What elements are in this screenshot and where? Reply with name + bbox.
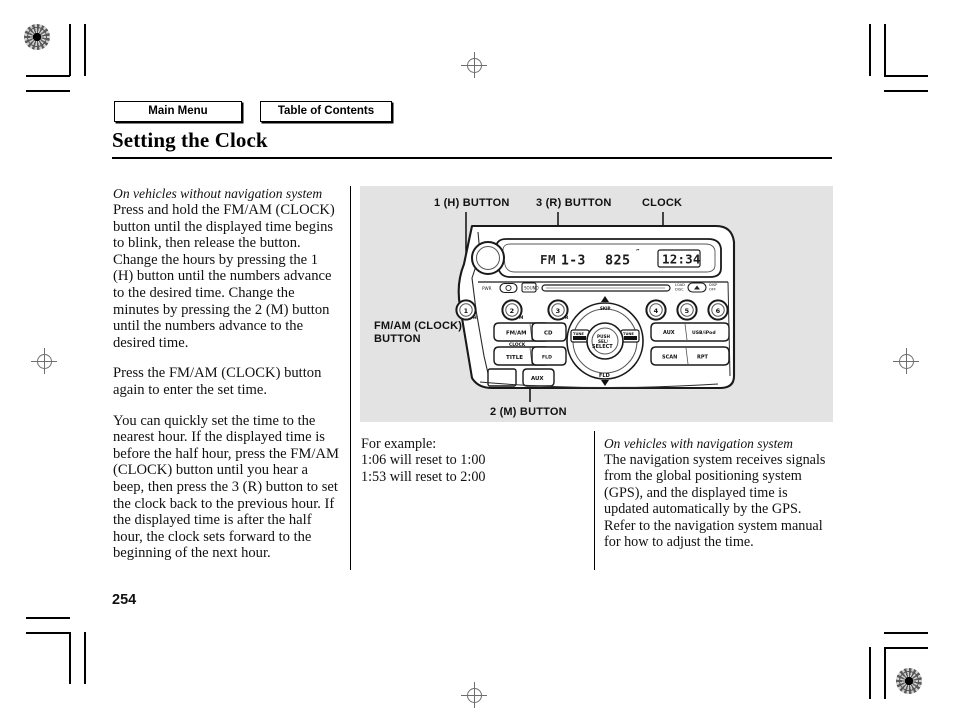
- crop-mark-br-h2: [884, 647, 928, 649]
- svg-text:SOUND: SOUND: [524, 286, 539, 291]
- example-line-1: For example:: [361, 436, 437, 452]
- scan-rpt-button: SCAN RPT: [650, 346, 730, 366]
- left-text-column: On vehicles without navigation system Pre…: [113, 186, 341, 576]
- display-clock-text: 12:34: [662, 252, 701, 267]
- table-of-contents-button[interactable]: Table of Contents: [260, 101, 392, 122]
- crop-mark-br-v2: [884, 647, 886, 699]
- svg-text:H: H: [473, 315, 477, 321]
- registration-mark-right-center: [893, 348, 919, 374]
- svg-text:AUX: AUX: [663, 330, 675, 336]
- clock-small-button: [499, 282, 518, 294]
- power-label: PWR: [482, 286, 492, 291]
- column-rule-middle: [594, 431, 596, 570]
- registration-mark-bottom-center: [461, 682, 487, 708]
- crop-mark-tr-v2: [884, 24, 886, 76]
- example-line-3: 1:53 will reset to 2:00: [361, 468, 486, 485]
- audio-unit-figure: 1 (H) BUTTON 3 (R) BUTTON CLOCK FM/AM (C…: [360, 186, 833, 422]
- svg-text:5: 5: [685, 307, 690, 315]
- crop-mark-tl-h2: [26, 90, 70, 92]
- aux-jack-button: AUX: [522, 368, 555, 387]
- svg-text:FLD: FLD: [599, 373, 610, 379]
- registration-target-top-left: [24, 24, 50, 50]
- crop-mark-bl-v: [69, 632, 71, 684]
- aux-usb-button: AUX USB/iPod: [650, 322, 730, 342]
- registration-target-bottom-right: [896, 668, 922, 694]
- top-navigation-bar: Main Menu Table of Contents: [114, 101, 392, 122]
- svg-text:CD: CD: [544, 331, 553, 337]
- svg-text:6: 6: [716, 307, 721, 315]
- display-frequency-text: 825: [605, 253, 631, 269]
- svg-text:AUX: AUX: [531, 376, 544, 382]
- svg-text:SCAN: SCAN: [662, 355, 677, 361]
- paragraph-without-nav: On vehicles without navigation system Pre…: [113, 186, 341, 351]
- audio-unit-illustration: FM 1-3 825 ″ 12:34 PWR SOUND LOAD DISC D…: [455, 212, 736, 402]
- display-preset-text: 1-3: [561, 254, 586, 269]
- fld-button: FLD: [531, 346, 567, 366]
- svg-text:2: 2: [510, 307, 515, 315]
- registration-mark-left-center: [31, 348, 57, 374]
- preset-button-6: 6: [707, 299, 729, 321]
- svg-text:4: 4: [654, 307, 659, 315]
- svg-text:SKIP: SKIP: [600, 306, 610, 311]
- svg-text:RPT: RPT: [697, 355, 709, 361]
- subhead-with-nav: On vehicles with navigation system: [604, 436, 793, 451]
- svg-text:FLD: FLD: [542, 355, 552, 361]
- crop-mark-tr-v: [869, 24, 871, 76]
- crop-mark-tl-h: [26, 75, 70, 77]
- svg-text:TITLE: TITLE: [506, 355, 523, 361]
- crop-mark-tr-h2: [884, 90, 928, 92]
- svg-text:3: 3: [556, 307, 561, 315]
- example-text-block: For example: 1:06 will reset to 1:00 1:5…: [361, 436, 576, 485]
- left-paragraph-3: You can quickly set the time to the near…: [113, 412, 339, 562]
- left-paragraph-2: Press the FM/AM (CLOCK) button again to …: [113, 365, 322, 398]
- display-band-text: FM: [540, 252, 556, 267]
- preset-button-5: 5: [676, 299, 698, 321]
- preset-button-4: 4: [645, 299, 667, 321]
- preset-button-1: 1 H: [455, 299, 477, 321]
- preset-button-2: 2 M: [501, 299, 523, 321]
- preset-button-3: 3 R: [547, 299, 569, 321]
- crop-mark-tl-v: [69, 24, 71, 76]
- page-title: Setting the Clock: [112, 128, 268, 152]
- crop-mark-tr-h: [884, 75, 928, 77]
- svg-text:SELECT: SELECT: [592, 344, 613, 350]
- page-number: 254: [112, 592, 137, 608]
- svg-text:FM/AM: FM/AM: [506, 331, 527, 337]
- crop-mark-bl-h: [26, 617, 70, 619]
- left-paragraph-1: Press and hold the FM/AM (CLOCK) button …: [113, 202, 335, 351]
- title-underline-rule: [112, 157, 832, 159]
- example-line-2: 1:06 will reset to 1:00: [361, 452, 486, 469]
- main-menu-button[interactable]: Main Menu: [114, 101, 242, 122]
- crop-mark-bl-v2: [84, 632, 86, 684]
- nav-paragraph: The navigation system receives signals f…: [604, 452, 826, 551]
- cd-button: CD: [531, 322, 567, 342]
- column-rule-left: [350, 186, 352, 570]
- svg-text:DISC: DISC: [675, 288, 684, 292]
- crop-mark-br-v: [869, 647, 871, 699]
- manual-page: Main Menu Table of Contents Setting the …: [0, 0, 954, 720]
- crop-mark-br-h: [884, 632, 928, 634]
- display-unit-text: ″: [636, 248, 640, 257]
- registration-mark-top-center: [461, 52, 487, 78]
- svg-text:TUNE: TUNE: [573, 332, 584, 336]
- crop-mark-tl-v2: [84, 24, 86, 76]
- svg-text:M: M: [519, 315, 523, 321]
- with-navigation-text-block: On vehicles with navigation system The n…: [604, 436, 832, 550]
- svg-text:USB/iPod: USB/iPod: [692, 330, 716, 336]
- subhead-without-nav: On vehicles without navigation system: [113, 186, 323, 201]
- svg-text:TUNE: TUNE: [623, 332, 634, 336]
- svg-text:1: 1: [464, 307, 469, 315]
- svg-text:DISP: DISP: [709, 283, 718, 287]
- crop-mark-bl-h2: [26, 632, 70, 634]
- svg-text:OFF: OFF: [709, 288, 716, 292]
- svg-text:LOAD: LOAD: [675, 283, 685, 287]
